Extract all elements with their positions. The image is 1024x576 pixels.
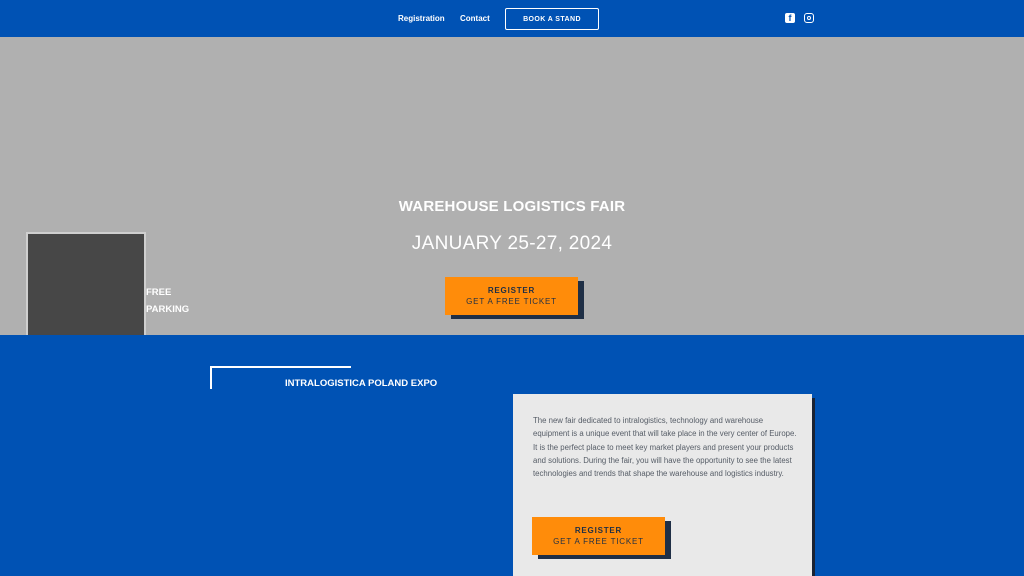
section-title: INTRALOGISTICA POLAND EXPO — [285, 378, 438, 389]
facebook-icon[interactable]: f — [785, 13, 795, 23]
instagram-lens — [807, 16, 811, 20]
hero-title: WAREHOUSE LOGISTICS FAIR — [398, 198, 626, 215]
register-label: REGISTER — [487, 286, 536, 295]
card-register-button[interactable]: REGISTER GET A FREE TICKET — [532, 517, 665, 555]
hero-section: WAREHOUSE LOGISTICS FAIR JANUARY 25-27, … — [0, 37, 1024, 335]
free-parking-line2: PARKING — [146, 304, 190, 315]
register-label: REGISTER — [574, 526, 623, 535]
free-ticket-label: GET A FREE TICKET — [466, 297, 557, 306]
event-description: The new fair dedicated to intralogistics… — [533, 416, 797, 479]
free-parking-line1: FREE — [146, 287, 172, 298]
instagram-icon[interactable] — [804, 13, 814, 23]
hero-register-button[interactable]: REGISTER GET A FREE TICKET — [445, 277, 578, 315]
hero-register-button-wrapper: REGISTER GET A FREE TICKET — [445, 277, 584, 319]
book-a-stand-button[interactable]: BOOK A STAND — [505, 8, 599, 30]
top-navigation-bar: Registration Contact BOOK A STAND f — [0, 0, 1024, 37]
facebook-glyph: f — [788, 13, 792, 23]
parking-image-placeholder — [26, 232, 146, 335]
description-card: The new fair dedicated to intralogistics… — [513, 394, 812, 576]
event-date: JANUARY 25-27, 2024 — [411, 233, 613, 254]
card-register-button-wrapper: REGISTER GET A FREE TICKET — [532, 517, 671, 559]
nav-link-contact[interactable]: Contact — [460, 14, 490, 23]
free-ticket-label: GET A FREE TICKET — [553, 537, 644, 546]
free-parking-label: FREE PARKING — [146, 284, 189, 318]
nav-link-registration[interactable]: Registration — [398, 14, 445, 23]
